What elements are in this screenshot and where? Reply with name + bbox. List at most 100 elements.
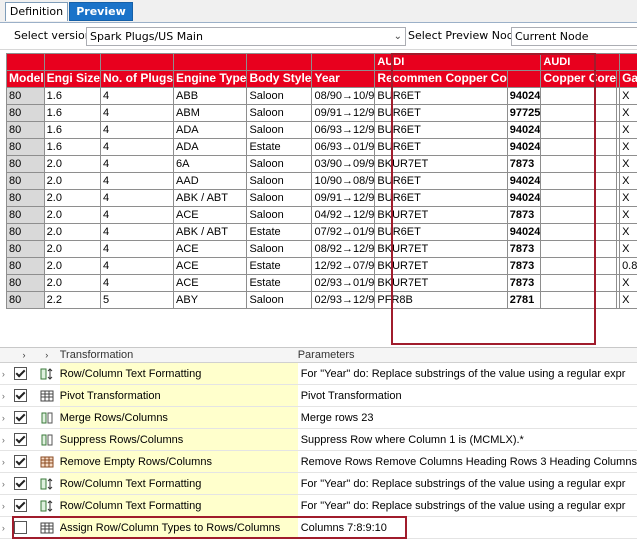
table-cell[interactable]: 2.0 xyxy=(44,190,100,207)
table-cell[interactable]: 4 xyxy=(101,139,174,156)
table-cell[interactable]: BKUR7ET xyxy=(375,207,507,224)
table-cell[interactable]: BUR6ET xyxy=(375,122,507,139)
table-cell[interactable] xyxy=(541,139,617,156)
table-cell[interactable]: 80 xyxy=(7,88,45,105)
column-header[interactable]: Gap xyxy=(620,71,637,88)
table-cell[interactable]: ADA xyxy=(174,139,247,156)
table-cell[interactable]: 02/93→12/9 xyxy=(312,292,375,309)
table-cell[interactable]: 1.6 xyxy=(44,139,100,156)
transformation-parameters[interactable]: For "Year" do: Replace substrings of the… xyxy=(298,363,637,385)
table-cell[interactable] xyxy=(541,105,617,122)
enable-checkbox[interactable] xyxy=(14,433,27,446)
table-cell[interactable]: 94024 xyxy=(507,122,541,139)
transformation-parameters[interactable]: Merge rows 23 xyxy=(298,407,637,429)
table-row[interactable]: 802.04ACESaloon08/92→12/9BKUR7ET7873X xyxy=(7,241,637,258)
table-cell[interactable]: 1.6 xyxy=(44,122,100,139)
transformation-name[interactable]: Row/Column Text Formatting xyxy=(60,495,298,517)
table-row[interactable]: 802.04ABK / ABTSaloon09/91→12/9BUR6ET940… xyxy=(7,190,637,207)
table-cell[interactable]: X xyxy=(620,207,637,224)
transformation-parameters[interactable]: Columns 7:8:9:10 xyxy=(298,517,637,539)
expand-arrow-icon[interactable]: › xyxy=(0,517,7,539)
table-cell[interactable] xyxy=(541,122,617,139)
table-cell[interactable]: 08/92→12/9 xyxy=(312,241,375,258)
tab-preview[interactable]: Preview xyxy=(69,2,133,21)
table-cell[interactable]: ACE xyxy=(174,258,247,275)
table-cell[interactable]: ABK / ABT xyxy=(174,190,247,207)
table-cell[interactable]: X xyxy=(620,122,637,139)
version-select[interactable]: Spark Plugs/US Main ⌄ xyxy=(86,27,406,46)
table-cell[interactable]: AAD xyxy=(174,173,247,190)
table-cell[interactable]: X xyxy=(620,224,637,241)
table-cell[interactable] xyxy=(541,241,617,258)
table-cell[interactable]: ABM xyxy=(174,105,247,122)
table-cell[interactable]: 4 xyxy=(101,105,174,122)
table-cell[interactable]: 80 xyxy=(7,122,45,139)
transformation-row[interactable]: › Remove Empty Rows/ColumnsRemove Rows Re… xyxy=(0,451,637,473)
transformation-name[interactable]: Row/Column Text Formatting xyxy=(60,473,298,495)
table-cell[interactable]: 2.0 xyxy=(44,258,100,275)
table-cell[interactable]: 03/90→09/9 xyxy=(312,156,375,173)
transformation-name[interactable]: Suppress Rows/Columns xyxy=(60,429,298,451)
table-cell[interactable]: BUR6ET xyxy=(375,88,507,105)
table-cell[interactable]: X xyxy=(620,241,637,258)
table-cell[interactable]: Estate xyxy=(247,224,312,241)
transformation-row[interactable]: ›Pivot TransformationPivot Transformatio… xyxy=(0,385,637,407)
table-cell[interactable] xyxy=(541,275,617,292)
enable-checkbox[interactable] xyxy=(14,477,27,490)
expand-arrow-icon[interactable]: › xyxy=(0,451,7,473)
transformation-row[interactable]: ›Row/Column Text FormattingFor "Year" do… xyxy=(0,473,637,495)
table-cell[interactable]: 09/91→12/9 xyxy=(312,190,375,207)
table-cell[interactable]: 80 xyxy=(7,105,45,122)
table-cell[interactable]: X xyxy=(620,190,637,207)
transformation-row[interactable]: ›Merge Rows/ColumnsMerge rows 23 xyxy=(0,407,637,429)
table-cell[interactable]: 80 xyxy=(7,292,45,309)
table-cell[interactable]: 97725 xyxy=(507,105,541,122)
table-cell[interactable]: BKUR7ET xyxy=(375,275,507,292)
table-cell[interactable]: 2781 xyxy=(507,292,541,309)
table-cell[interactable]: Saloon xyxy=(247,156,312,173)
table-cell[interactable] xyxy=(541,292,617,309)
transformation-parameters[interactable]: Remove Rows Remove Columns Heading Rows … xyxy=(298,451,637,473)
enable-checkbox[interactable] xyxy=(14,455,27,468)
transformation-name[interactable]: Remove Empty Rows/Columns xyxy=(60,451,298,473)
table-cell[interactable]: Saloon xyxy=(247,122,312,139)
table-cell[interactable]: 4 xyxy=(101,156,174,173)
enable-checkbox[interactable] xyxy=(14,499,27,512)
table-cell[interactable]: 1.6 xyxy=(44,105,100,122)
expand-arrow-icon[interactable]: › xyxy=(0,363,7,385)
table-cell[interactable]: X xyxy=(620,156,637,173)
transformation-name[interactable]: Assign Row/Column Types to Rows/Columns xyxy=(60,517,298,539)
table-cell[interactable]: 80 xyxy=(7,275,45,292)
table-cell[interactable]: 80 xyxy=(7,207,45,224)
table-cell[interactable]: Saloon xyxy=(247,190,312,207)
table-cell[interactable]: 06/93→12/9 xyxy=(312,122,375,139)
table-cell[interactable]: 06/93→01/9 xyxy=(312,139,375,156)
table-cell[interactable]: 0.8 xyxy=(620,258,637,275)
table-row[interactable]: 802.04AADSaloon10/90→08/9BUR6ET94024X xyxy=(7,173,637,190)
table-cell[interactable]: 7873 xyxy=(507,258,541,275)
table-cell[interactable]: 7873 xyxy=(507,241,541,258)
table-cell[interactable]: ACE xyxy=(174,207,247,224)
table-cell[interactable]: 4 xyxy=(101,241,174,258)
table-cell[interactable]: PFR8B xyxy=(375,292,507,309)
table-row[interactable]: 801.64ABBSaloon08/90→10/9BUR6ET94024X xyxy=(7,88,637,105)
table-cell[interactable]: ADA xyxy=(174,122,247,139)
table-cell[interactable]: 4 xyxy=(101,224,174,241)
enable-checkbox[interactable] xyxy=(14,521,27,534)
table-cell[interactable] xyxy=(541,88,617,105)
transformation-parameters[interactable]: Pivot Transformation xyxy=(298,385,637,407)
enable-checkbox[interactable] xyxy=(14,411,27,424)
table-cell[interactable]: 2.0 xyxy=(44,207,100,224)
table-cell[interactable]: Saloon xyxy=(247,207,312,224)
table-cell[interactable]: Saloon xyxy=(247,88,312,105)
table-cell[interactable]: 12/92→07/9 xyxy=(312,258,375,275)
table-cell[interactable]: BUR6ET xyxy=(375,173,507,190)
table-cell[interactable]: 7873 xyxy=(507,156,541,173)
table-cell[interactable]: X xyxy=(620,292,637,309)
table-cell[interactable] xyxy=(541,258,617,275)
table-cell[interactable]: 94024 xyxy=(507,224,541,241)
transformation-name[interactable]: Row/Column Text Formatting xyxy=(60,363,298,385)
table-cell[interactable]: BUR6ET xyxy=(375,224,507,241)
table-row[interactable]: 802.04ACEEstate12/92→07/9BKUR7ET78730.8 xyxy=(7,258,637,275)
table-cell[interactable]: 4 xyxy=(101,275,174,292)
